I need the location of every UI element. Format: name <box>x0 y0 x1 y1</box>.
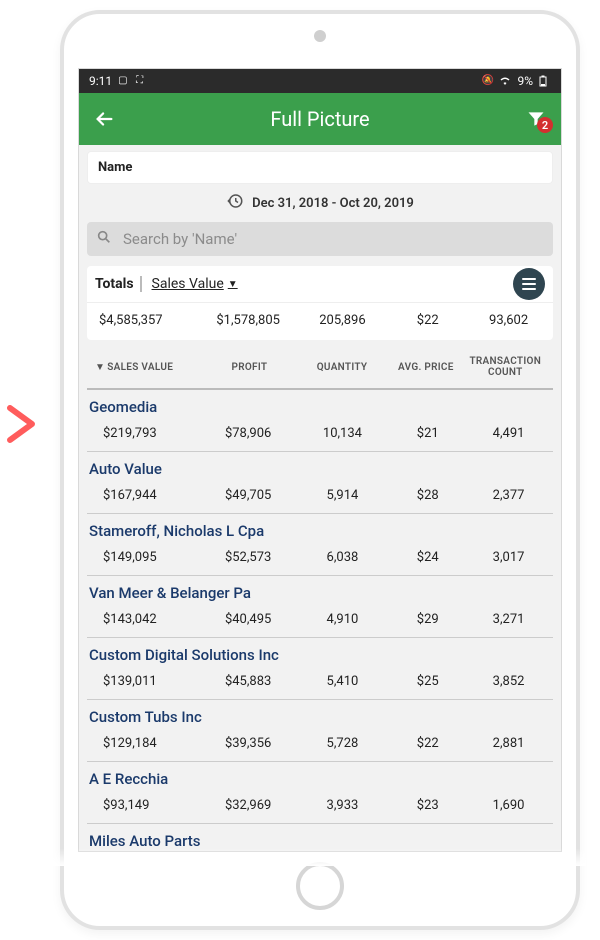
cell-transaction-count: 3,852 <box>468 674 549 689</box>
totals-header: Totals Sales Value ▼ <box>87 266 553 303</box>
cell-sales-value: $139,011 <box>91 674 199 689</box>
accessibility-icon: ⛶ <box>136 75 148 87</box>
table-row[interactable]: $219,793$78,90610,134$214,491 <box>87 416 553 452</box>
totals-values-row: $4,585,357 $1,578,805 205,896 $22 93,602 <box>87 303 553 340</box>
search-placeholder: Search by 'Name' <box>123 230 237 248</box>
page-title: Full Picture <box>270 107 369 131</box>
totals-card: Totals Sales Value ▼ $4,585,357 $1,578,8… <box>87 266 553 340</box>
cell-sales-value: $129,184 <box>91 736 199 751</box>
totals-sales-value: $4,585,357 <box>91 313 199 328</box>
cell-transaction-count: 1,690 <box>468 798 549 813</box>
table-row[interactable]: $143,042$40,4954,910$293,271 <box>87 602 553 638</box>
totals-avg-price: $22 <box>387 313 468 328</box>
status-bar: 9:11 ▢ ⛶ 🔕 9% <box>79 69 561 93</box>
menu-button[interactable] <box>513 268 545 300</box>
col-quantity[interactable]: QUANTITY <box>298 362 386 373</box>
date-range-row[interactable]: Dec 31, 2018 - Oct 20, 2019 <box>79 184 561 222</box>
col-avg-price[interactable]: AVG. PRICE <box>386 362 465 373</box>
funnel-icon: 2 <box>525 109 547 129</box>
row-name[interactable]: A E Recchia <box>87 762 553 788</box>
cell-transaction-count: 3,271 <box>468 612 549 627</box>
search-input[interactable]: Search by 'Name' <box>87 222 553 256</box>
sort-select[interactable]: Sales Value ▼ <box>146 276 238 292</box>
cell-transaction-count: 2,377 <box>468 488 549 503</box>
cell-avg-price: $23 <box>387 798 468 813</box>
cell-profit: $78,906 <box>199 426 298 441</box>
chevron-down-icon: ▼ <box>228 279 238 290</box>
cell-quantity: 5,914 <box>298 488 388 503</box>
table-row[interactable]: $139,011$45,8835,410$253,852 <box>87 664 553 700</box>
row-name[interactable]: Auto Value <box>87 452 553 478</box>
cell-quantity: 3,933 <box>298 798 388 813</box>
row-name[interactable]: Stameroff, Nicholas L Cpa <box>87 514 553 540</box>
totals-transaction-count: 93,602 <box>468 313 549 328</box>
cell-quantity: 5,410 <box>298 674 388 689</box>
col-profit[interactable]: PROFIT <box>201 362 298 373</box>
cell-avg-price: $29 <box>387 612 468 627</box>
tablet-frame: 9:11 ▢ ⛶ 🔕 9% Full Picture <box>60 10 580 930</box>
cell-quantity: 5,728 <box>298 736 388 751</box>
cell-quantity: 4,910 <box>298 612 388 627</box>
cell-quantity: 10,134 <box>298 426 388 441</box>
cell-profit: $49,705 <box>199 488 298 503</box>
cell-sales-value: $219,793 <box>91 426 199 441</box>
cell-transaction-count: 2,881 <box>468 736 549 751</box>
image-icon: ▢ <box>118 75 130 87</box>
decorative-arrow <box>2 400 42 460</box>
cell-profit: $32,969 <box>199 798 298 813</box>
filter-pill-label: Name <box>98 160 132 175</box>
sort-select-label: Sales Value <box>152 276 224 292</box>
row-name[interactable]: Geomedia <box>87 390 553 416</box>
camera-dot <box>314 30 326 42</box>
cell-profit: $52,573 <box>199 550 298 565</box>
cell-sales-value: $143,042 <box>91 612 199 627</box>
row-name[interactable]: Custom Tubs Inc <box>87 700 553 726</box>
battery-icon <box>539 75 551 87</box>
cell-profit: $40,495 <box>199 612 298 627</box>
app-screen: 9:11 ▢ ⛶ 🔕 9% Full Picture <box>78 68 562 852</box>
cell-avg-price: $24 <box>387 550 468 565</box>
cell-avg-price: $22 <box>387 736 468 751</box>
cell-sales-value: $167,944 <box>91 488 199 503</box>
back-button[interactable] <box>93 93 115 145</box>
cell-avg-price: $28 <box>387 488 468 503</box>
table-row[interactable]: $129,184$39,3565,728$222,881 <box>87 726 553 762</box>
status-battery: 9% <box>517 74 533 88</box>
status-time: 9:11 <box>89 74 112 88</box>
data-section: Geomedia$219,793$78,90610,134$214,491Aut… <box>87 390 553 852</box>
table-row[interactable]: $167,944$49,7055,914$282,377 <box>87 478 553 514</box>
cell-avg-price: $21 <box>387 426 468 441</box>
table-row[interactable] <box>87 850 553 852</box>
cell-avg-price: $25 <box>387 674 468 689</box>
table-row[interactable]: $93,149$32,9693,933$231,690 <box>87 788 553 824</box>
cell-profit: $39,356 <box>199 736 298 751</box>
cell-quantity: 6,038 <box>298 550 388 565</box>
totals-profit: $1,578,805 <box>199 313 298 328</box>
sort-desc-icon: ▼ <box>95 362 105 373</box>
filter-pill-name[interactable]: Name <box>87 151 553 184</box>
history-icon <box>226 192 244 214</box>
totals-quantity: 205,896 <box>298 313 388 328</box>
col-transaction-count[interactable]: TRANSACTION COUNT <box>466 356 545 378</box>
search-icon <box>95 229 113 249</box>
row-name[interactable]: Miles Auto Parts <box>87 824 553 850</box>
totals-label: Totals <box>95 276 142 292</box>
table-row[interactable]: $149,095$52,5736,038$243,017 <box>87 540 553 576</box>
cell-transaction-count: 3,017 <box>468 550 549 565</box>
home-button[interactable] <box>296 862 344 910</box>
row-name[interactable]: Custom Digital Solutions Inc <box>87 638 553 664</box>
filter-button[interactable]: 2 <box>525 93 547 145</box>
cell-sales-value: $93,149 <box>91 798 199 813</box>
row-name[interactable]: Van Meer & Belanger Pa <box>87 576 553 602</box>
mute-icon: 🔕 <box>481 75 493 87</box>
cell-transaction-count: 4,491 <box>468 426 549 441</box>
date-range-text: Dec 31, 2018 - Oct 20, 2019 <box>252 196 414 211</box>
col-sales-value[interactable]: ▼SALES VALUE <box>95 362 201 373</box>
cell-profit: $45,883 <box>199 674 298 689</box>
column-headers: ▼SALES VALUE PROFIT QUANTITY AVG. PRICE … <box>87 346 553 390</box>
cell-sales-value: $149,095 <box>91 550 199 565</box>
app-header: Full Picture 2 <box>79 93 561 145</box>
wifi-icon <box>499 75 511 87</box>
filter-badge: 2 <box>537 117 553 133</box>
